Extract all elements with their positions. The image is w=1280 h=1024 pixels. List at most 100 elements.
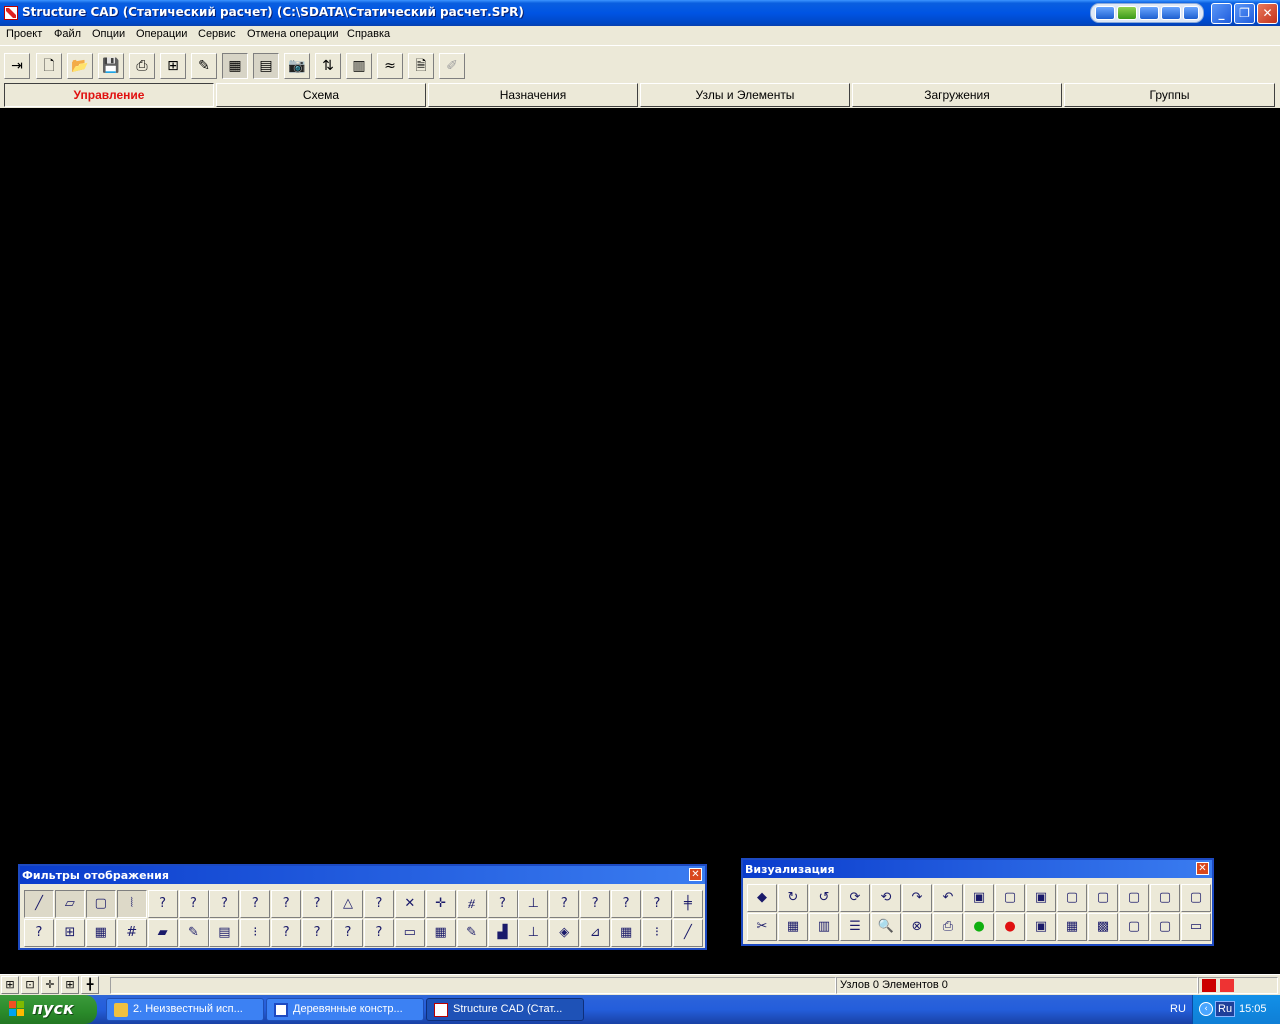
visual-icon[interactable]: ▦ xyxy=(1057,913,1087,941)
view-mode-icon[interactable]: ✛ xyxy=(41,976,59,994)
view-mode-icon[interactable]: ⊡ xyxy=(21,976,39,994)
visual-icon[interactable]: ⟳ xyxy=(840,884,870,912)
filter-icon[interactable]: ? xyxy=(642,890,672,918)
filter-icon[interactable]: ? xyxy=(24,919,54,947)
filter-icon[interactable]: ⁝ xyxy=(240,919,271,947)
open-folder-icon[interactable]: 📂 xyxy=(67,53,93,79)
filter-icon[interactable]: ✛ xyxy=(425,890,456,918)
visual-icon[interactable]: ↻ xyxy=(778,884,808,912)
visual-icon[interactable]: ▢ xyxy=(1150,884,1180,912)
menu-undo[interactable]: Отмена операции xyxy=(247,28,339,40)
visual-icon[interactable]: ⎙ xyxy=(933,913,963,941)
filter-icon[interactable]: ⊥ xyxy=(518,919,549,947)
filter-icon[interactable]: ⊥ xyxy=(518,890,549,918)
visual-icon[interactable]: ☰ xyxy=(840,913,870,941)
drawing-canvas[interactable] xyxy=(4,110,1276,974)
filter-icon[interactable]: ? xyxy=(611,890,642,918)
app-icon[interactable] xyxy=(4,6,18,20)
tab-groups[interactable]: Группы xyxy=(1064,83,1275,107)
edit-icon[interactable]: ✎ xyxy=(191,53,217,79)
visual-icon[interactable]: ⟲ xyxy=(871,884,901,912)
visual-icon[interactable]: ▣ xyxy=(1026,884,1056,912)
visual-icon[interactable]: ▢ xyxy=(1119,913,1149,941)
language-indicator[interactable]: RU xyxy=(1170,1003,1186,1015)
filter-icon[interactable]: ⊿ xyxy=(580,919,611,947)
filter-icon[interactable]: ⦚ xyxy=(116,890,147,918)
filter-icon[interactable]: ▦ xyxy=(85,919,116,947)
start-button[interactable]: пуск xyxy=(0,995,97,1024)
visual-icon[interactable]: ▩ xyxy=(1088,913,1118,941)
filter-icon[interactable]: ⊞ xyxy=(54,919,85,947)
grid-icon[interactable]: ▦ xyxy=(222,53,248,79)
print-icon[interactable]: ⎙ xyxy=(129,53,155,79)
visual-icon[interactable]: ▢ xyxy=(1181,884,1211,912)
taskbar-item[interactable]: Деревянные констр... xyxy=(266,998,424,1021)
visual-icon[interactable]: 🔍 xyxy=(871,913,901,941)
visual-icon[interactable]: ▢ xyxy=(1119,884,1149,912)
visual-icon[interactable]: ⊗ xyxy=(902,913,932,941)
filter-icon[interactable]: ? xyxy=(363,890,394,918)
menu-service[interactable]: Сервис xyxy=(198,28,236,40)
taskbar-item[interactable]: Structure CAD (Стат... xyxy=(426,998,584,1021)
filter-icon[interactable]: ◈ xyxy=(549,919,580,947)
title-extra-buttons[interactable] xyxy=(1090,3,1204,23)
document-icon[interactable]: 🗎 xyxy=(408,53,434,79)
filters-close-button[interactable]: ✕ xyxy=(689,868,702,881)
menu-options[interactable]: Опции xyxy=(92,28,125,40)
calculator-icon[interactable]: ▤ xyxy=(253,53,279,79)
filter-icon[interactable]: ⧣ xyxy=(456,890,487,918)
filter-icon[interactable]: ✎ xyxy=(456,919,487,947)
camera-icon[interactable]: 📷 xyxy=(284,53,310,79)
title-extra-icon[interactable] xyxy=(1139,6,1159,20)
filter-icon[interactable]: ✕ xyxy=(394,890,425,918)
filter-icon[interactable]: ▰ xyxy=(147,919,178,947)
filter-icon[interactable]: ? xyxy=(333,919,363,947)
table-icon[interactable]: ▥ xyxy=(346,53,372,79)
tab-assignments[interactable]: Назначения xyxy=(428,83,638,107)
filter-icon[interactable]: ? xyxy=(580,890,611,918)
new-file-icon[interactable]: 🗋 xyxy=(36,53,62,79)
zigzag-icon[interactable]: ≈ xyxy=(377,53,403,79)
visual-icon[interactable]: ▣ xyxy=(1026,913,1056,941)
filter-icon[interactable]: ✎ xyxy=(178,919,209,947)
visual-icon[interactable]: ● xyxy=(995,913,1025,941)
filter-icon[interactable]: ▱ xyxy=(54,890,85,918)
filter-icon[interactable]: ╱ xyxy=(672,919,703,947)
maximize-button[interactable]: ❐ xyxy=(1234,3,1255,24)
visual-icon[interactable]: ◆ xyxy=(747,884,777,912)
filter-icon[interactable]: ? xyxy=(178,890,209,918)
visual-icon[interactable]: ↶ xyxy=(933,884,963,912)
visualization-close-button[interactable]: ✕ xyxy=(1196,862,1209,875)
visual-icon[interactable]: ✂ xyxy=(747,913,777,941)
visual-icon[interactable]: ▢ xyxy=(1088,884,1118,912)
filter-icon[interactable]: ▢ xyxy=(85,890,116,918)
visual-icon[interactable]: ● xyxy=(964,913,994,941)
tray-expand-icon[interactable]: ‹ xyxy=(1199,1002,1213,1016)
export-icon[interactable]: ⇅ xyxy=(315,53,341,79)
minimize-button[interactable]: _ xyxy=(1211,3,1232,24)
view-mode-icon[interactable]: ⊞ xyxy=(1,976,19,994)
filter-icon[interactable]: ? xyxy=(240,890,271,918)
filter-icon[interactable]: ▦ xyxy=(611,919,642,947)
filter-icon[interactable]: ? xyxy=(271,890,302,918)
title-extra-icon[interactable] xyxy=(1161,6,1181,20)
visual-icon[interactable]: ▥ xyxy=(809,913,839,941)
filter-icon[interactable]: ? xyxy=(209,890,240,918)
filter-icon[interactable]: ▟ xyxy=(487,919,518,947)
filter-icon[interactable]: ▦ xyxy=(425,919,456,947)
title-extra-icon[interactable] xyxy=(1183,6,1199,20)
visual-icon[interactable]: ▢ xyxy=(1150,913,1180,941)
visual-icon[interactable]: ▢ xyxy=(1057,884,1087,912)
filter-icon[interactable]: ╪ xyxy=(672,890,703,918)
disabled-tool-icon[interactable]: ✐ xyxy=(439,53,465,79)
menu-help[interactable]: Справка xyxy=(347,28,390,40)
close-button[interactable]: ✕ xyxy=(1257,3,1278,24)
filter-icon[interactable]: ⁝ xyxy=(642,919,672,947)
nvidia-icon[interactable] xyxy=(1117,6,1137,20)
view-mode-icon[interactable]: ⊞ xyxy=(61,976,79,994)
keyboard-layout[interactable]: Ru xyxy=(1215,1001,1236,1017)
menu-project[interactable]: Проект xyxy=(6,28,42,40)
filter-icon[interactable]: ▭ xyxy=(394,919,425,947)
visual-icon[interactable]: ▦ xyxy=(778,913,808,941)
tab-nodes-elements[interactable]: Узлы и Элементы xyxy=(640,83,850,107)
